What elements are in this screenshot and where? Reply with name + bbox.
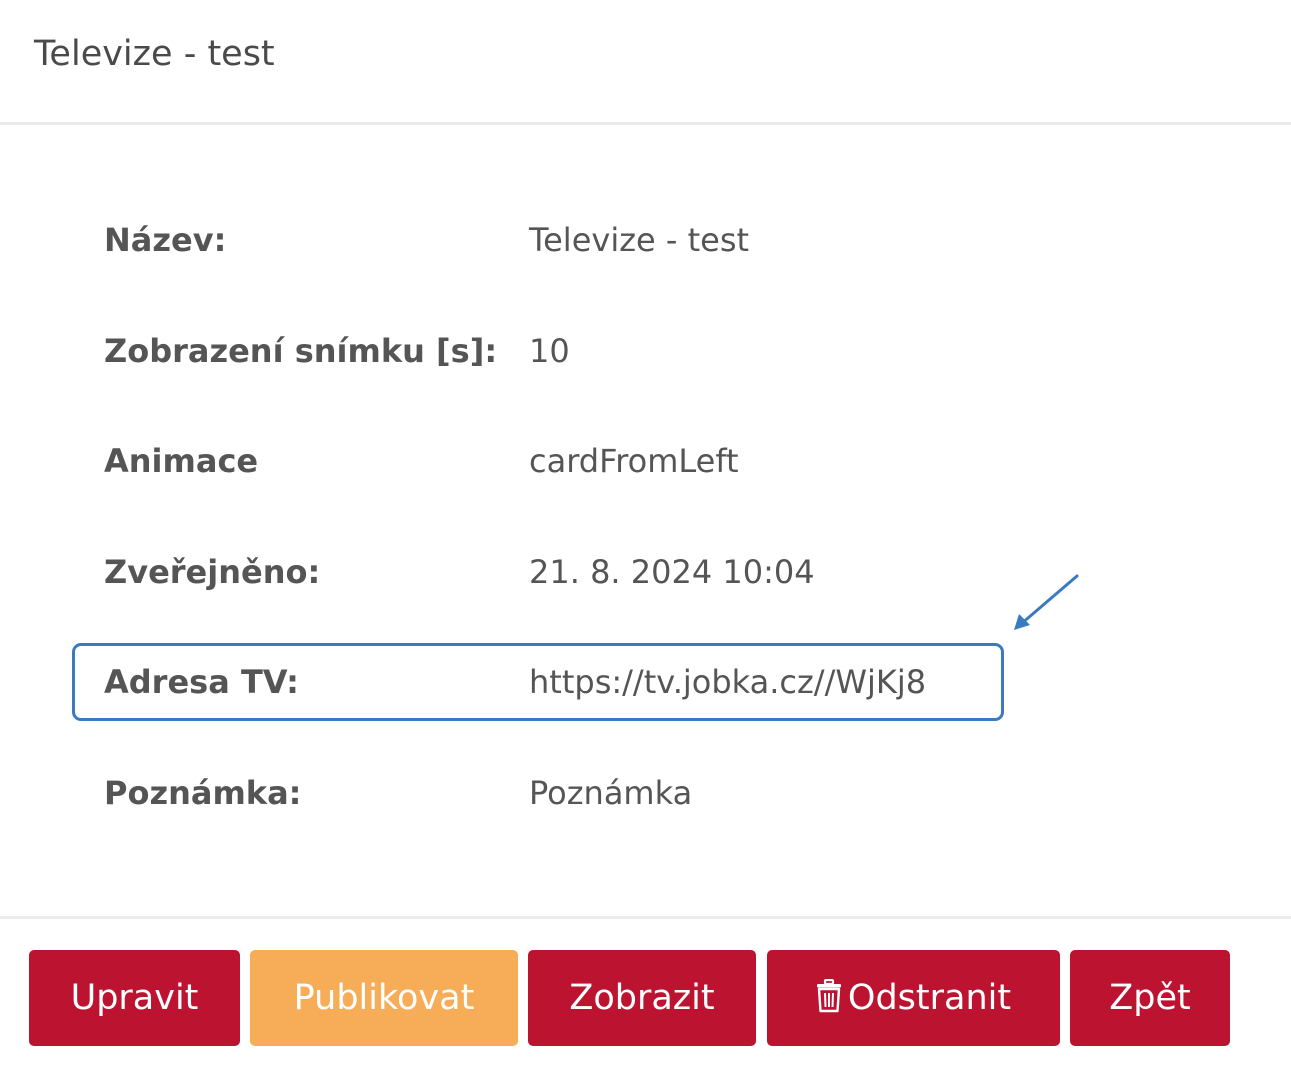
page: Televize - test Název: Televize - test Z… xyxy=(0,0,1291,1081)
detail-value-slide-duration: 10 xyxy=(529,332,570,370)
tv-address-highlight xyxy=(72,643,1004,721)
detail-label-name: Název: xyxy=(104,221,227,259)
detail-row-note: Poznámka: Poznámka xyxy=(104,769,1004,817)
show-button[interactable]: Zobrazit xyxy=(528,950,756,1046)
detail-value-published: 21. 8. 2024 10:04 xyxy=(529,553,815,591)
edit-button[interactable]: Upravit xyxy=(29,950,240,1046)
publish-button[interactable]: Publikovat xyxy=(250,950,518,1046)
detail-label-note: Poznámka: xyxy=(104,774,302,812)
show-button-label: Zobrazit xyxy=(569,978,715,1018)
detail-label-animation: Animace xyxy=(104,442,259,480)
detail-value-animation: cardFromLeft xyxy=(529,442,739,480)
detail-row-name: Název: Televize - test xyxy=(104,216,1004,264)
detail-label-published: Zveřejněno: xyxy=(104,553,321,591)
delete-button[interactable]: Odstranit xyxy=(767,950,1060,1046)
detail-row-animation: Animace cardFromLeft xyxy=(104,437,1004,485)
detail-value-note: Poznámka xyxy=(529,774,693,812)
detail-row-slide-duration: Zobrazení snímku [s]: 10 xyxy=(104,327,1004,375)
trash-icon xyxy=(816,979,841,1013)
delete-button-label: Odstranit xyxy=(847,978,1012,1018)
edit-button-label: Upravit xyxy=(70,978,199,1018)
arrow-icon xyxy=(1014,574,1079,630)
detail-row-published: Zveřejněno: 21. 8. 2024 10:04 xyxy=(104,548,1004,596)
back-button-label: Zpět xyxy=(1109,978,1191,1018)
footer-divider xyxy=(0,916,1291,919)
detail-label-slide-duration: Zobrazení snímku [s]: xyxy=(104,332,498,370)
publish-button-label: Publikovat xyxy=(293,978,475,1018)
back-button[interactable]: Zpět xyxy=(1070,950,1230,1046)
detail-value-name: Televize - test xyxy=(529,221,750,259)
